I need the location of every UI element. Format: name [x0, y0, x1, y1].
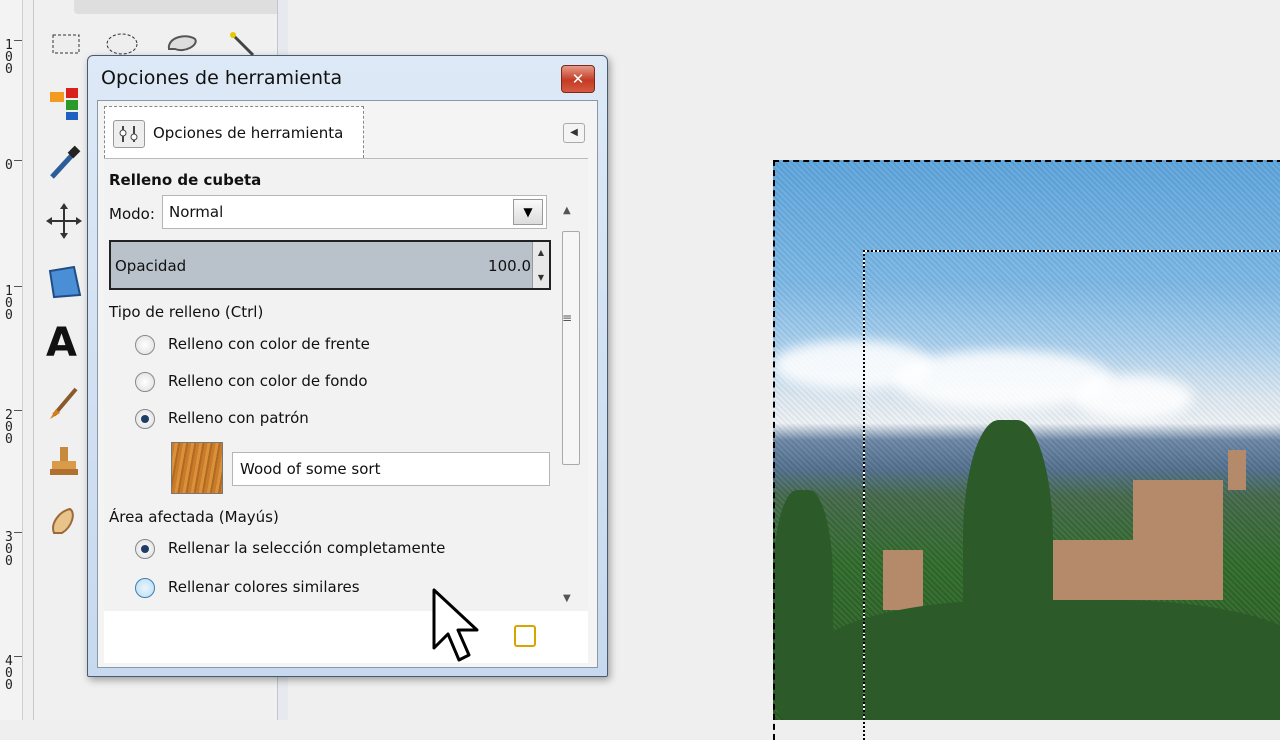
radio-fg-color-label[interactable]: Relleno con color de frente — [168, 335, 370, 353]
radio-fg-color[interactable] — [135, 335, 155, 355]
scroll-up-icon[interactable]: ▲ — [563, 205, 571, 216]
tab-label: Opciones de herramienta — [153, 124, 344, 142]
dialog-title: Opciones de herramienta — [101, 67, 343, 89]
rect-select-icon[interactable] — [48, 26, 84, 62]
ruler-label: 100 — [5, 284, 13, 323]
image-canvas[interactable] — [773, 160, 1280, 720]
smudge-icon[interactable] — [46, 503, 82, 539]
radio-fill-selection[interactable] — [135, 539, 155, 559]
opacity-spinner[interactable]: ▲ ▼ — [532, 242, 549, 288]
options-scrollbar[interactable]: ▲ ≡ ▼ — [559, 203, 581, 611]
mode-value: Normal — [169, 203, 224, 221]
svg-text:A: A — [46, 320, 77, 360]
tab-menu-button[interactable]: ◀ — [563, 123, 585, 143]
mode-select[interactable]: Normal ▼ — [162, 195, 547, 229]
triangle-left-icon: ◀ — [570, 127, 578, 138]
radio-pattern[interactable] — [135, 409, 155, 429]
scroll-down-icon[interactable]: ▼ — [563, 593, 571, 604]
vertical-ruler: 100 0 100 200 300 400 — [0, 0, 23, 720]
clone-icon[interactable] — [46, 443, 82, 479]
ruler-label: 100 — [5, 38, 13, 77]
tool-options-icon — [113, 120, 145, 148]
tool-options-dialog: Opciones de herramienta ✕ Opciones de he… — [87, 55, 608, 677]
color-select-icon[interactable] — [46, 86, 82, 122]
pattern-name: Wood of some sort — [240, 460, 381, 478]
pattern-swatch[interactable] — [171, 442, 223, 494]
mouse-cursor-icon — [432, 588, 479, 662]
mode-label: Modo: — [109, 205, 155, 223]
radio-fill-selection-label[interactable]: Rellenar la selección completamente — [168, 539, 445, 557]
tab-tool-options[interactable]: Opciones de herramienta — [104, 106, 364, 158]
ruler-label: 0 — [5, 158, 13, 173]
close-icon: ✕ — [571, 70, 585, 88]
color-picker-icon[interactable] — [46, 145, 82, 181]
ruler-label: 200 — [5, 408, 13, 447]
scrollbar-thumb[interactable] — [562, 231, 580, 465]
dialog-footer — [104, 611, 588, 663]
radio-similar-colors-label[interactable]: Rellenar colores similares — [168, 578, 360, 596]
radio-bg-color-label[interactable]: Relleno con color de fondo — [168, 372, 368, 390]
opacity-label: Opacidad — [115, 257, 187, 275]
fill-type-label: Tipo de relleno (Ctrl) — [109, 303, 264, 321]
opacity-value: 100.0 — [488, 257, 531, 275]
pattern-name-field[interactable]: Wood of some sort — [232, 452, 550, 486]
options-panel: Relleno de cubeta Modo: Normal ▼ Opacida… — [104, 158, 588, 611]
text-icon[interactable]: A — [44, 320, 80, 360]
section-title: Relleno de cubeta — [109, 171, 262, 189]
perspective-icon[interactable] — [46, 265, 82, 301]
ruler-label: 300 — [5, 530, 13, 569]
toolbox-header — [74, 0, 284, 14]
radio-pattern-label[interactable]: Relleno con patrón — [168, 409, 309, 427]
grip-icon: ≡ — [562, 311, 573, 325]
radio-similar-colors[interactable] — [135, 578, 155, 598]
paintbrush-icon[interactable] — [46, 385, 82, 421]
dialog-body: Opciones de herramienta ◀ Relleno de cub… — [97, 100, 598, 668]
radio-bg-color[interactable] — [135, 372, 155, 392]
opacity-slider[interactable]: Opacidad 100.0 ▲ ▼ — [109, 240, 551, 290]
close-button[interactable]: ✕ — [561, 65, 595, 93]
reset-icon[interactable] — [514, 625, 536, 647]
chevron-down-icon[interactable]: ▼ — [513, 199, 543, 225]
move-icon[interactable] — [46, 203, 82, 239]
affected-area-label: Área afectada (Mayús) — [109, 508, 279, 526]
ruler-label: 400 — [5, 654, 13, 693]
